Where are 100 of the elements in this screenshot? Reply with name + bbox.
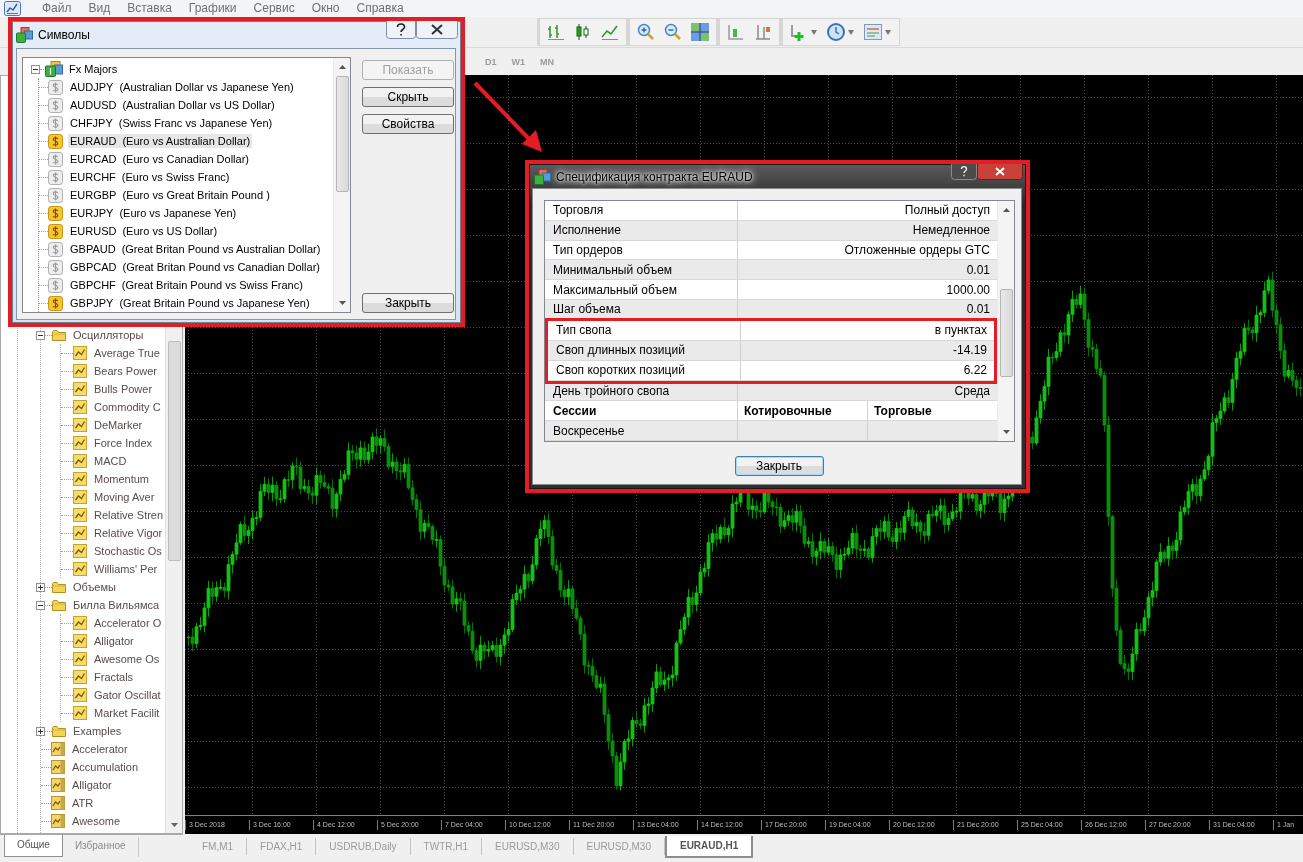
scrollbar[interactable]: [997, 201, 1014, 441]
help-icon[interactable]: [386, 21, 416, 39]
indicator-item[interactable]: Accumulation: [72, 761, 139, 773]
category-item[interactable]: Осцилляторы: [73, 329, 144, 341]
caret-down-icon[interactable]: [338, 301, 346, 305]
app-icon[interactable]: [4, 1, 21, 16]
symbol-item[interactable]: GBPJPY (Great Britain Pound vs Japanese Yen): [68, 296, 312, 310]
symbol-item[interactable]: CHFJPY (Swiss Franc vs Japanese Yen): [68, 116, 275, 130]
indicator-icon: [73, 382, 87, 396]
property-value: Отложенные ордеры GTC: [843, 241, 991, 259]
zoom-in-icon[interactable]: [636, 22, 656, 42]
close-icon[interactable]: [977, 164, 1023, 180]
symbol-item[interactable]: EURCHF (Euro vs Swiss Franc): [68, 170, 232, 184]
menu-item[interactable]: Вид: [88, 0, 111, 17]
indicator-icon: [73, 652, 87, 666]
indicator-item[interactable]: Accelerator: [72, 743, 128, 755]
menu-item[interactable]: Вставка: [127, 0, 172, 17]
indicator-item[interactable]: Alligator: [94, 635, 134, 647]
caret-down-icon[interactable]: [885, 29, 891, 35]
indicator-item[interactable]: Force Index: [94, 437, 153, 449]
symbol-item[interactable]: GBPCAD (Great Britan Pound vs Canadian Dollar): [68, 260, 322, 274]
indicator-item[interactable]: ATR: [72, 797, 94, 809]
caret-down-icon[interactable]: [848, 29, 854, 35]
caret-up-icon[interactable]: [1002, 208, 1010, 212]
scrollbar[interactable]: [333, 58, 350, 312]
expand-icon[interactable]: [36, 726, 45, 736]
indicator-item[interactable]: Stochastic Os: [94, 545, 162, 557]
indicator-item[interactable]: Bulls Power: [94, 383, 153, 395]
caret-down-icon[interactable]: [811, 29, 817, 35]
indicator-item[interactable]: Fractals: [94, 671, 134, 683]
indicator-item[interactable]: Gator Oscillat: [94, 689, 161, 701]
indicator-icon: [73, 562, 87, 576]
symbol-item[interactable]: EURCAD (Euro vs Canadian Dollar): [68, 152, 251, 166]
panel-tab[interactable]: Общие: [4, 835, 63, 857]
symbol-item[interactable]: EURUSD (Euro vs US Dollar): [68, 224, 220, 238]
dialog-button[interactable]: Свойства: [362, 114, 454, 134]
category-item[interactable]: Examples: [73, 725, 122, 737]
window-lines-icon[interactable]: [863, 22, 883, 42]
collapse-icon[interactable]: [31, 64, 40, 74]
indicator-item[interactable]: Momentum: [94, 473, 150, 485]
axes-marker-icon[interactable]: [753, 22, 773, 42]
indicator-item[interactable]: Moving Aver: [94, 491, 155, 503]
indicator-item[interactable]: Bears Power: [94, 365, 157, 377]
indicator-item[interactable]: Awesome: [72, 815, 121, 827]
indicator-item[interactable]: Awesome Os: [94, 653, 160, 665]
menu-item[interactable]: Справка: [356, 0, 404, 17]
indicator-item[interactable]: Williams' Per: [94, 563, 158, 575]
indicator-icon: [73, 364, 87, 378]
scrollbar-thumb[interactable]: [999, 289, 1013, 377]
symbol-item[interactable]: EURJPY (Euro vs Japanese Yen): [68, 206, 239, 220]
stacked-squares-icon: [16, 27, 33, 43]
chart-tab[interactable]: EURAUD,H1: [664, 836, 754, 858]
close-button[interactable]: Закрыть: [734, 456, 824, 476]
ohlc-bars-icon[interactable]: [546, 22, 566, 42]
menu-item[interactable]: Сервис: [253, 0, 295, 17]
dialog-button[interactable]: Закрыть: [362, 293, 454, 313]
axes-bar-icon[interactable]: [726, 22, 746, 42]
symbol-item[interactable]: AUDUSD (Australian Dollar vs US Dollar): [68, 98, 277, 112]
indicator-icon: [73, 634, 87, 648]
menu-item[interactable]: Файл: [42, 0, 72, 17]
collapse-icon[interactable]: [36, 330, 45, 340]
scrollbar-thumb[interactable]: [335, 76, 349, 192]
group-label[interactable]: Fx Majors: [69, 63, 118, 75]
indicator-item[interactable]: Commodity C: [94, 401, 161, 413]
indicator-item[interactable]: Alligator: [72, 779, 112, 791]
collapse-icon[interactable]: [36, 600, 45, 610]
scrollbar-thumb[interactable]: [167, 341, 181, 561]
close-icon[interactable]: [416, 21, 458, 39]
symbol-item[interactable]: EURAUD (Euro vs Australian Dollar): [68, 134, 253, 148]
caret-down-icon[interactable]: [170, 823, 178, 827]
indicator-item[interactable]: Relative Vigor: [94, 527, 163, 539]
indicator-item[interactable]: Relative Stren: [94, 509, 164, 521]
caret-up-icon[interactable]: [338, 65, 346, 69]
expand-icon[interactable]: [36, 582, 45, 592]
zoom-out-icon[interactable]: [663, 22, 683, 42]
grid-icon[interactable]: [690, 22, 710, 42]
category-item[interactable]: Объемы: [73, 581, 116, 593]
category-item[interactable]: Билла Вильямса: [73, 599, 160, 611]
indicator-item[interactable]: DeMarker: [94, 419, 143, 431]
property-value: Среда: [953, 383, 991, 401]
indicator-item[interactable]: MACD: [94, 455, 127, 467]
caret-down-icon[interactable]: [1002, 430, 1010, 434]
symbol-item[interactable]: GBPCHF (Great Britain Pound vs Swiss Franc): [68, 278, 305, 292]
indicator-icon: [51, 814, 65, 828]
symbol-item[interactable]: EURGBP (Euro vs Great Britain Pound ): [68, 188, 272, 202]
indicator-icon: [51, 742, 65, 756]
indicator-icon: [73, 688, 87, 702]
dialog-button[interactable]: Скрыть: [362, 87, 454, 107]
indicator-item[interactable]: Accelerator O: [94, 617, 162, 629]
symbol-item[interactable]: GBPAUD (Great Britan Pound vs Australian Dollar): [68, 242, 323, 256]
menu-item[interactable]: Окно: [311, 0, 340, 17]
menu-item[interactable]: Графики: [188, 0, 237, 17]
property-label: Исполнение: [545, 220, 738, 240]
indicator-item[interactable]: Average True: [94, 347, 160, 359]
indicator-item[interactable]: Market Facilit: [94, 707, 160, 719]
indicator-icon: [73, 454, 87, 468]
clock-icon[interactable]: [826, 22, 846, 42]
symbol-item[interactable]: AUDJPY (Australian Dollar vs Japanese Yen): [68, 80, 296, 94]
property-value: 6.22: [962, 362, 988, 380]
help-icon[interactable]: [951, 164, 977, 180]
